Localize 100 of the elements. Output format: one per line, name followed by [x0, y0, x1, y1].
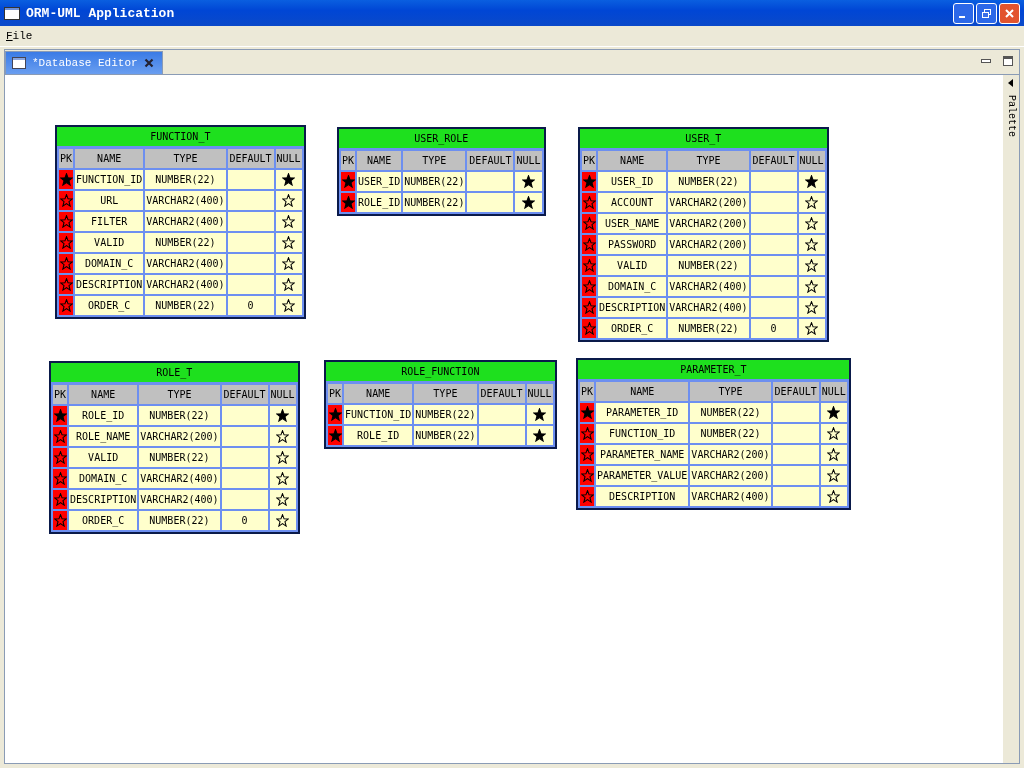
column-header: NULL	[526, 384, 553, 403]
table-cell: DOMAIN_C	[598, 277, 667, 296]
table-cell	[227, 233, 274, 252]
table-cell: VARCHAR2(200)	[690, 445, 771, 464]
table-cell: VARCHAR2(200)	[139, 427, 220, 446]
table-cell	[227, 191, 274, 210]
table-cell	[772, 445, 819, 464]
column-header: NAME	[598, 151, 667, 170]
table-cell: VARCHAR2(400)	[690, 487, 771, 506]
table-cell: PARAMETER_NAME	[596, 445, 689, 464]
entity-title: USER_T	[580, 129, 827, 149]
table-cell: ORDER_C	[598, 319, 667, 338]
window-icon	[12, 57, 26, 69]
table-cell: FUNCTION_ID	[596, 424, 689, 443]
menu-item[interactable]: File	[6, 30, 33, 42]
table-cell	[221, 448, 268, 467]
minimize-icon	[958, 16, 965, 18]
table-entity[interactable]: USER_ROLE PK NAME TYPE DEFAULT NULL USER_ID NUMBER(22) ROLE_ID NUMBER(22)	[337, 127, 546, 216]
entity-title: USER_ROLE	[339, 129, 544, 149]
entity-title: FUNCTION_T	[57, 127, 304, 147]
table-cell: VARCHAR2(400)	[145, 275, 226, 294]
table-cell: NUMBER(22)	[668, 172, 749, 191]
table-cell	[772, 424, 819, 443]
column-header: DEFAULT	[772, 382, 819, 401]
table-cell: ROLE_ID	[69, 406, 138, 425]
table-cell	[227, 275, 274, 294]
table-cell: NUMBER(22)	[403, 172, 466, 191]
table-entity[interactable]	[578, 127, 829, 342]
palette-label[interactable]: Palette	[1005, 95, 1017, 137]
column-header: NAME	[357, 151, 402, 170]
table-cell	[467, 193, 514, 212]
close-icon[interactable]	[143, 58, 154, 68]
table-cell: VARCHAR2(200)	[668, 193, 749, 212]
column-header: NAME	[596, 382, 689, 401]
table-cell: NUMBER(22)	[414, 426, 477, 445]
table-cell	[221, 469, 268, 488]
table-cell: DOMAIN_C	[75, 254, 144, 273]
column-header: TYPE	[145, 149, 226, 168]
column-header: PK	[582, 151, 597, 170]
table-cell: USER_ID	[357, 172, 402, 191]
restore-icon	[981, 7, 992, 19]
table-entity[interactable]: PARAMETER_T PK NAME TYPE DEFAULT NULL PARAMETER_ID NUMBER(22) FUNCTION_ID NUMBER(22) PARAMETER_NAME VARCHAR2(200) PARAMETER_VALUE VARCHAR2(200) DESCRIPTION VARCHAR2(400)	[576, 358, 851, 510]
table-cell: NUMBER(22)	[145, 233, 226, 252]
column-header: TYPE	[414, 384, 477, 403]
table-cell: DESCRIPTION	[598, 298, 667, 317]
table-cell: URL	[75, 191, 144, 210]
column-header: PK	[328, 384, 343, 403]
table-cell: PARAMETER_ID	[596, 403, 689, 422]
maximize-icon[interactable]	[1003, 56, 1013, 66]
table-cell: ROLE_ID	[357, 193, 402, 212]
table-cell: USER_NAME	[598, 214, 667, 233]
table-cell: ORDER_C	[75, 296, 144, 315]
table-cell: FUNCTION_ID	[344, 405, 413, 424]
table-cell: USER_ID	[598, 172, 667, 191]
column-header: TYPE	[403, 151, 466, 170]
table-cell: FILTER	[75, 212, 144, 231]
window-icon	[4, 6, 20, 20]
table-cell: VALID	[75, 233, 144, 252]
table-cell: NUMBER(22)	[690, 403, 771, 422]
table-cell: ROLE_ID	[344, 426, 413, 445]
table-cell	[750, 214, 797, 233]
table-entity[interactable]: ROLE_T PK NAME TYPE DEFAULT NULL ROLE_ID NUMBER(22) ROLE_NAME VARCHAR2(200) VALID NUMBER(22) DOMAIN_C VARCHAR2(400) DESCRIPTION VARCHAR2(400) ORDER_C NUMBER(22) 0	[49, 361, 300, 534]
table-cell: VARCHAR2(200)	[668, 235, 749, 254]
table-cell	[478, 426, 525, 445]
column-header: DEFAULT	[478, 384, 525, 403]
table-cell: NUMBER(22)	[668, 319, 749, 338]
minimize-icon[interactable]	[981, 57, 991, 65]
table-entity[interactable]: FUNCTION_T PK NAME TYPE DEFAULT NULL FUNCTION_ID NUMBER(22) URL VARCHAR2(400) FILTER VARCHAR2(400) VALID NUMBER(22) DOMAIN_C VARCHAR2(400) DESCRIPTION VARCHAR2(400) ORDER_C NUMBER(22) 0	[55, 125, 306, 319]
table-cell: VARCHAR2(200)	[690, 466, 771, 485]
table-cell: VARCHAR2(400)	[139, 490, 220, 509]
collapse-arrow-icon[interactable]	[1008, 79, 1014, 87]
table-cell	[227, 212, 274, 231]
restore-button[interactable]	[976, 2, 997, 24]
table-cell: VARCHAR2(200)	[668, 214, 749, 233]
table-cell: VARCHAR2(400)	[139, 469, 220, 488]
table-cell: NUMBER(22)	[414, 405, 477, 424]
minimize-button[interactable]	[953, 2, 974, 24]
column-header: TYPE	[690, 382, 771, 401]
column-header: NULL	[275, 149, 302, 168]
entity-title: ROLE_T	[51, 363, 298, 383]
table-cell	[772, 487, 819, 506]
table-cell: NUMBER(22)	[139, 448, 220, 467]
column-header: NULL	[820, 382, 847, 401]
table-cell: 0	[750, 319, 797, 338]
table-cell: ACCOUNT	[598, 193, 667, 212]
table-cell: NUMBER(22)	[690, 424, 771, 443]
table-entity[interactable]: ROLE_FUNCTION PK NAME TYPE DEFAULT NULL FUNCTION_ID NUMBER(22) ROLE_ID NUMBER(22)	[324, 360, 557, 449]
entity-title: ROLE_FUNCTION	[326, 362, 555, 382]
table-cell: NUMBER(22)	[145, 170, 226, 189]
table-cell: DESCRIPTION	[69, 490, 138, 509]
column-header: NAME	[69, 385, 138, 404]
table-cell: VARCHAR2(400)	[668, 277, 749, 296]
column-header: PK	[580, 382, 595, 401]
table-cell: 0	[227, 296, 274, 315]
column-header: DEFAULT	[221, 385, 268, 404]
close-icon	[1004, 7, 1015, 19]
close-button[interactable]	[999, 2, 1020, 24]
table-cell	[772, 466, 819, 485]
table-cell	[750, 298, 797, 317]
column-header: PK	[53, 385, 68, 404]
